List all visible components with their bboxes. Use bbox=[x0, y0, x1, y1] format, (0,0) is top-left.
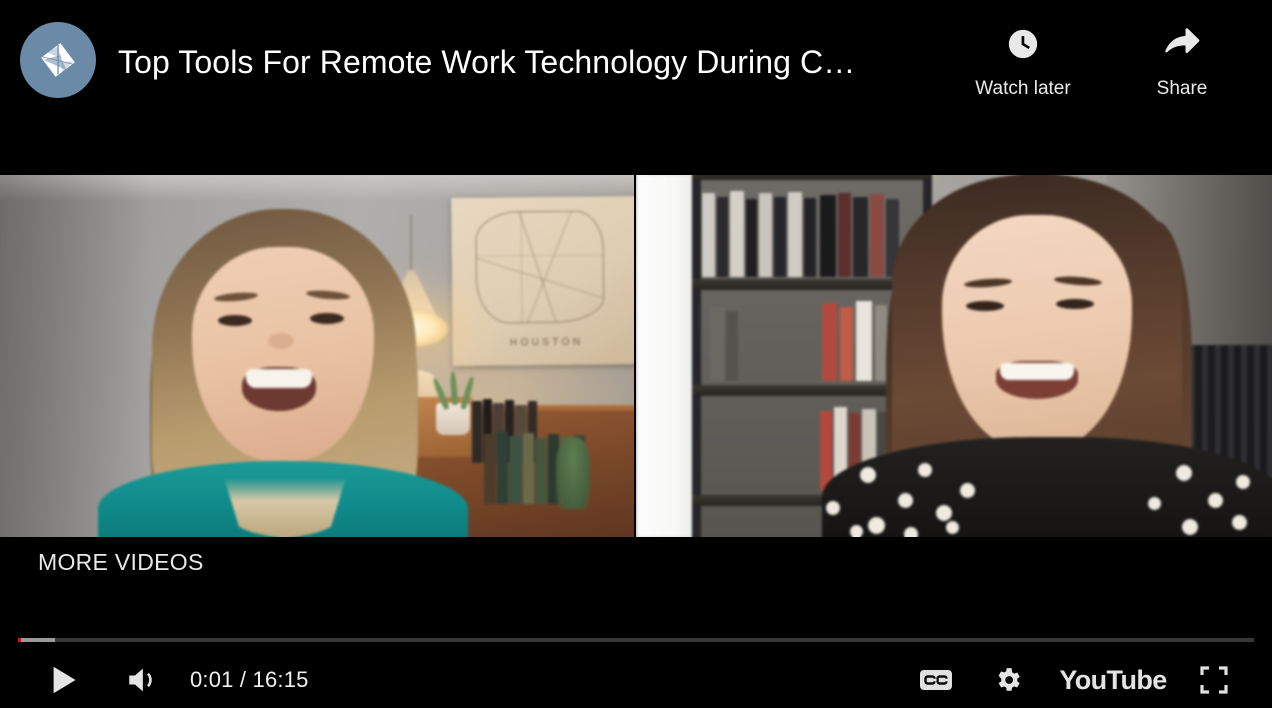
control-bar: 0:01 / 16:15 YouTube bbox=[0, 652, 1272, 708]
video-pane-left: HOUSTON bbox=[0, 175, 634, 537]
houston-map-poster: HOUSTON bbox=[451, 196, 634, 366]
person2-eye bbox=[1056, 299, 1094, 309]
gear-icon bbox=[998, 668, 1020, 691]
diamond-logo-icon bbox=[41, 43, 75, 77]
video-title[interactable]: Top Tools For Remote Work Technology Dur… bbox=[118, 39, 924, 87]
video-pane-right bbox=[636, 175, 1272, 537]
person-nose bbox=[268, 333, 294, 349]
youtube-player: HOUSTON Top Tools For Remote Work Techno… bbox=[0, 0, 1272, 708]
person2-teeth bbox=[1000, 363, 1074, 380]
cc-icon bbox=[920, 670, 952, 690]
progress-loaded bbox=[18, 638, 56, 642]
player-top-bar: Top Tools For Remote Work Technology Dur… bbox=[0, 0, 1272, 175]
settings-button[interactable] bbox=[984, 652, 1032, 708]
watch-later-label: Watch later bbox=[975, 78, 1071, 99]
youtube-logo-button[interactable]: YouTube bbox=[1054, 652, 1172, 708]
fullscreen-icon bbox=[1200, 666, 1228, 694]
time-display: 0:01 / 16:15 bbox=[190, 667, 309, 692]
share-label: Share bbox=[1156, 78, 1208, 99]
person-teeth bbox=[246, 369, 312, 388]
person2-eye bbox=[966, 301, 1004, 311]
play-icon bbox=[53, 666, 76, 694]
play-button[interactable] bbox=[40, 652, 88, 708]
more-videos-label: MORE VIDEOS bbox=[38, 549, 204, 575]
person-face bbox=[192, 247, 374, 461]
captions-button[interactable] bbox=[912, 652, 960, 708]
progress-played bbox=[18, 638, 21, 642]
lamp-rod bbox=[410, 215, 412, 277]
fullscreen-button[interactable] bbox=[1190, 652, 1238, 708]
shelf-board bbox=[692, 175, 932, 180]
person2-torso-polkadot-blouse bbox=[822, 437, 1272, 537]
poster-caption: HOUSTON bbox=[509, 336, 584, 349]
volume-button[interactable] bbox=[118, 652, 170, 708]
share-button[interactable]: Share bbox=[1132, 24, 1232, 100]
share-arrow-icon bbox=[1163, 24, 1201, 64]
channel-avatar[interactable] bbox=[20, 22, 96, 98]
clock-icon bbox=[1006, 24, 1040, 64]
map-outline bbox=[475, 210, 605, 324]
watch-later-button[interactable]: Watch later bbox=[951, 24, 1095, 100]
shelf-books-row-1 bbox=[702, 189, 922, 277]
person-necklace bbox=[222, 471, 348, 537]
tall-plant bbox=[556, 437, 590, 509]
video-stage[interactable]: HOUSTON bbox=[0, 175, 1272, 537]
person-eye bbox=[310, 313, 344, 324]
youtube-wordmark: YouTube bbox=[1059, 664, 1167, 695]
volume-icon bbox=[129, 668, 152, 692]
progress-bar[interactable] bbox=[18, 638, 1254, 642]
person-eye bbox=[218, 315, 252, 326]
